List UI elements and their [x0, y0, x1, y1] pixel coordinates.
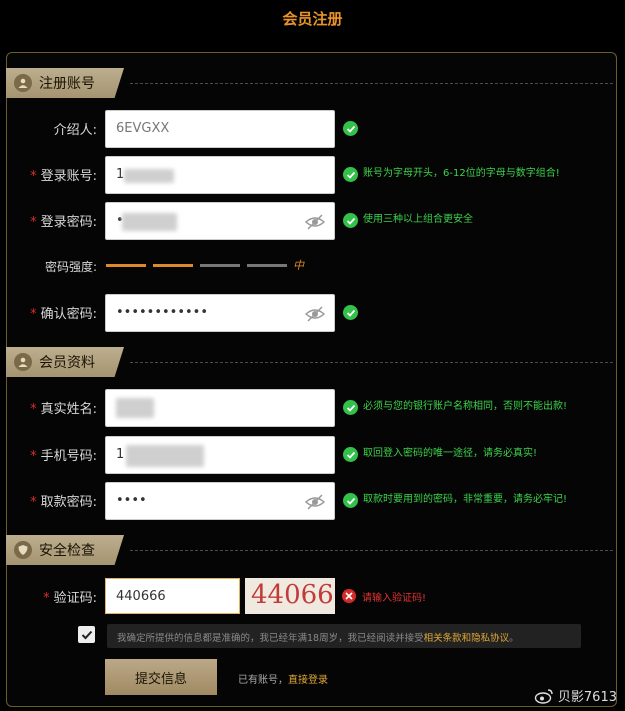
check-icon: [343, 121, 358, 136]
phone-label: * 手机号码:: [30, 449, 97, 464]
submit-button[interactable]: 提交信息: [105, 659, 217, 695]
strength-bar-3: [200, 264, 240, 267]
password-label: * 登录密码:: [30, 215, 97, 230]
page-title: 会员注册: [282, 10, 343, 28]
withdraw-password-label: * 取款密码:: [30, 495, 97, 510]
password-strength: 密码强度: 中: [0, 256, 625, 276]
strength-label: 密码强度:: [44, 260, 97, 274]
check-icon: [343, 305, 358, 320]
confirm-row: * 确认密码: ••••••••••••: [0, 294, 625, 332]
phone-row: * 手机号码: 1 取回登入密码的唯一途径，请务必真实!: [0, 436, 625, 474]
captcha-image[interactable]: 440666: [245, 578, 335, 614]
profile-icon: [14, 353, 32, 371]
realname-hint: 必须与您的银行账户名称相同，否则不能出款!: [363, 401, 568, 412]
password-row: * 登录密码: • 使用三种以上组合更安全: [0, 202, 625, 240]
redaction-blur: [126, 445, 204, 467]
eye-hidden-icon[interactable]: [304, 212, 326, 232]
strength-bar-1: [106, 264, 146, 267]
withdraw-password-value: ••••: [116, 493, 147, 508]
strength-bar-4: [247, 264, 287, 267]
divider: [130, 362, 613, 363]
agreement-text: 我确定所提供的信息都是准确的，我已经年满18周岁，我已经阅读并接受相关条款和隐私…: [107, 624, 581, 648]
password-hint: 使用三种以上组合更安全: [363, 214, 473, 225]
check-icon: [343, 447, 358, 462]
username-row: * 登录账号: 1 账号为字母开头，6-12位的字母与数字组合!: [0, 156, 625, 194]
username-input[interactable]: 1: [105, 156, 335, 194]
withdraw-password-input[interactable]: ••••: [105, 482, 335, 520]
divider: [130, 83, 613, 84]
confirm-value: ••••••••••••: [116, 305, 209, 320]
captcha-input[interactable]: 440666: [105, 578, 240, 614]
check-icon: [343, 167, 358, 182]
phone-hint: 取回登入密码的唯一途径，请务必真实!: [363, 448, 538, 459]
watermark: 贝影7613: [534, 686, 617, 705]
captcha-value: 440666: [116, 589, 166, 604]
checkmark-icon: [81, 630, 92, 639]
agreement-row: 我确定所提供的信息都是准确的，我已经年满18周岁，我已经阅读并接受相关条款和隐私…: [0, 624, 625, 648]
redaction-blur: [122, 213, 177, 231]
check-icon: [343, 400, 358, 415]
section-label: 安全检查: [39, 543, 95, 559]
section-header-security: 安全检查: [6, 535, 617, 565]
captcha-error: 请输入验证码!: [362, 593, 427, 604]
eye-hidden-icon[interactable]: [304, 304, 326, 324]
section-label: 注册账号: [39, 76, 95, 92]
realname-input[interactable]: [105, 389, 335, 427]
shield-icon: [14, 541, 32, 559]
captcha-row: *验证码: 440666 440666 请输入验证码!: [0, 578, 625, 616]
referrer-label: 介绍人:: [53, 123, 97, 138]
section-header-profile: 会员资料: [6, 347, 617, 377]
divider: [130, 550, 613, 551]
username-label: * 登录账号:: [30, 169, 97, 184]
referrer-input[interactable]: 6EVGXX: [105, 110, 335, 148]
section-header-account: 注册账号: [6, 68, 617, 98]
agree-checkbox[interactable]: [78, 626, 95, 643]
phone-value: 1: [116, 447, 125, 462]
redaction-blur: [116, 398, 154, 418]
check-icon: [343, 213, 358, 228]
referrer-row: 介绍人: 6EVGXX: [0, 110, 625, 148]
referrer-value: 6EVGXX: [116, 121, 170, 136]
strength-bar-2: [153, 264, 193, 267]
check-icon: [343, 493, 358, 508]
error-icon: [342, 589, 356, 603]
user-icon: [14, 74, 32, 92]
eye-hidden-icon[interactable]: [304, 492, 326, 512]
phone-input[interactable]: 1: [105, 436, 335, 474]
confirm-password-input[interactable]: ••••••••••••: [105, 294, 335, 332]
strength-level: 中: [293, 259, 304, 272]
login-prompt: 已有账号，直接登录: [238, 675, 328, 686]
weibo-logo-icon: [534, 688, 553, 704]
password-input[interactable]: •: [105, 202, 335, 240]
section-label: 会员资料: [39, 355, 95, 371]
realname-row: * 真实姓名: 必须与您的银行账户名称相同，否则不能出款!: [0, 389, 625, 427]
captcha-label: * 验证码:: [43, 591, 97, 606]
username-hint: 账号为字母开头，6-12位的字母与数字组合!: [363, 168, 560, 179]
captcha-image-text: 440666: [251, 580, 335, 610]
withdraw-password-hint: 取款时要用到的密码，非常重要，请务必牢记!: [363, 494, 568, 505]
withdraw-password-row: * 取款密码: •••• 取款时要用到的密码，非常重要，请务必牢记!: [0, 482, 625, 520]
login-link[interactable]: 直接登录: [288, 675, 328, 686]
terms-link[interactable]: 相关条款和隐私协议: [424, 633, 510, 644]
realname-label: * 真实姓名:: [30, 402, 97, 417]
confirm-label: * 确认密码:: [30, 307, 97, 322]
redaction-blur: [124, 169, 174, 183]
